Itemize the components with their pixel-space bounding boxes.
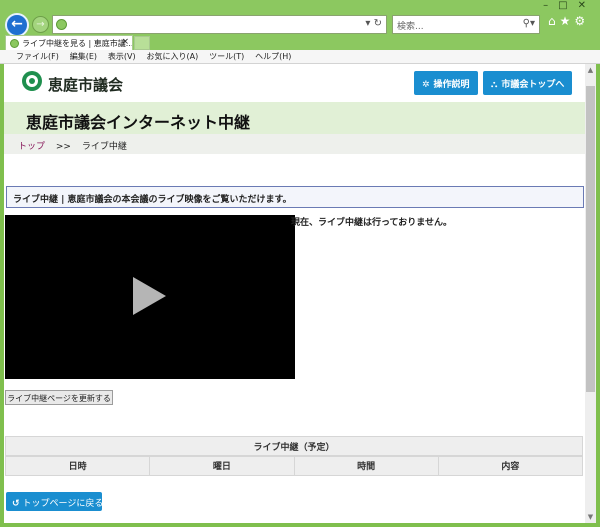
address-bar[interactable]: ▾ ↻ [52,15,387,34]
return-arrow-icon: ↺ [12,499,20,509]
new-tab-button[interactable] [134,36,150,50]
breadcrumb-home-link[interactable]: トップ [18,142,45,152]
menu-favorites[interactable]: お気に入り(A) [146,52,198,61]
guide-button[interactable]: ✲ 操作説明 [414,71,478,95]
schedule-header-row: 日時 曜日 時間 内容 [4,456,584,476]
council-top-button[interactable]: ⛬ 市議会トップへ [483,71,572,95]
back-icon[interactable]: ← [5,13,29,37]
menu-edit[interactable]: 編集(E) [70,52,97,61]
page-viewport: 恵庭市議会 ✲ 操作説明 ⛬ 市議会トップへ 恵庭市議会インターネット中継 トップ … [4,64,585,523]
breadcrumb: トップ >> ライブ中継 [4,134,585,154]
menu-tools[interactable]: ツール(T) [209,52,244,61]
maximize-icon[interactable]: □ [558,0,577,11]
back-to-top-button[interactable]: ↺ トップページに戻る [6,492,104,511]
column-header-content: 内容 [437,456,584,476]
play-icon[interactable] [133,277,166,315]
council-top-button-label: 市議会トップへ [501,80,565,90]
tab-close-icon[interactable]: × [121,37,129,47]
schedule-table: ライブ中継（予定） 日時 曜日 時間 内容 [4,436,584,476]
page-title: 恵庭市議会インターネット中継 [4,102,585,134]
forward-icon[interactable]: → [32,16,49,33]
tab-title: ライブ中継を見る | 恵庭市議... [22,39,133,48]
search-placeholder: 検索... [397,22,424,32]
browser-chrome: ← → ▾ ↻ 検索... ⚲▾ ⌂★⚙ –□✕ ライブ中継を見る | 恵庭市議… [0,0,600,64]
building-icon: ⛬ [491,80,498,90]
video-player[interactable] [5,215,295,379]
column-header-weekday: 曜日 [149,456,295,476]
column-header-datetime: 日時 [4,456,151,476]
menu-bar: ファイル(F) 編集(E) 表示(V) お気に入り(A) ツール(T) ヘルプ(… [0,50,600,64]
close-icon[interactable]: ✕ [578,0,596,11]
vertical-scrollbar[interactable]: ▲ ▼ [585,64,596,523]
scroll-down-icon[interactable]: ▼ [585,513,596,521]
city-logo-icon[interactable] [22,71,42,91]
breadcrumb-current: ライブ中継 [81,142,127,152]
minimize-icon[interactable]: – [543,0,558,11]
back-to-top-label: トップページに戻る [22,499,104,509]
menu-view[interactable]: 表示(V) [108,52,136,61]
search-icon[interactable]: ⚲▾ [523,18,535,29]
guide-button-label: 操作説明 [433,80,470,90]
menu-file[interactable]: ファイル(F) [16,52,59,61]
favorites-star-icon[interactable]: ★ [560,14,575,28]
refresh-live-page-button[interactable]: ライブ中継ページを更新する [5,390,113,405]
site-favicon-icon [56,19,67,30]
window-controls: –□✕ [543,0,596,11]
home-icon[interactable]: ⌂ [548,14,560,28]
menu-help[interactable]: ヘルプ(H) [255,52,291,61]
settings-gear-icon[interactable]: ⚙ [574,14,589,28]
column-header-time: 時間 [293,456,439,476]
live-status-text: 現在、ライブ中継は行っておりません。 [291,218,453,228]
gear-icon: ✲ [422,80,430,90]
breadcrumb-separator: >> [55,142,71,152]
scrollbar-thumb[interactable] [586,86,595,392]
intro-banner: ライブ中継 | 恵庭市議会の本会議のライブ映像をご覧いただけます。 [6,186,584,208]
site-name[interactable]: 恵庭市議会 [48,74,123,95]
scroll-up-icon[interactable]: ▲ [585,66,596,74]
tab-favicon-icon [10,39,19,48]
browser-toolbar-icons: ⌂★⚙ [548,14,596,28]
search-input[interactable]: 検索... ⚲▾ [392,15,540,34]
browser-tab[interactable]: ライブ中継を見る | 恵庭市議... × [5,35,133,50]
site-header: 恵庭市議会 ✲ 操作説明 ⛬ 市議会トップへ [4,64,585,102]
schedule-caption: ライブ中継（予定） [5,436,583,456]
refresh-icon[interactable]: ▾ ↻ [365,18,382,29]
